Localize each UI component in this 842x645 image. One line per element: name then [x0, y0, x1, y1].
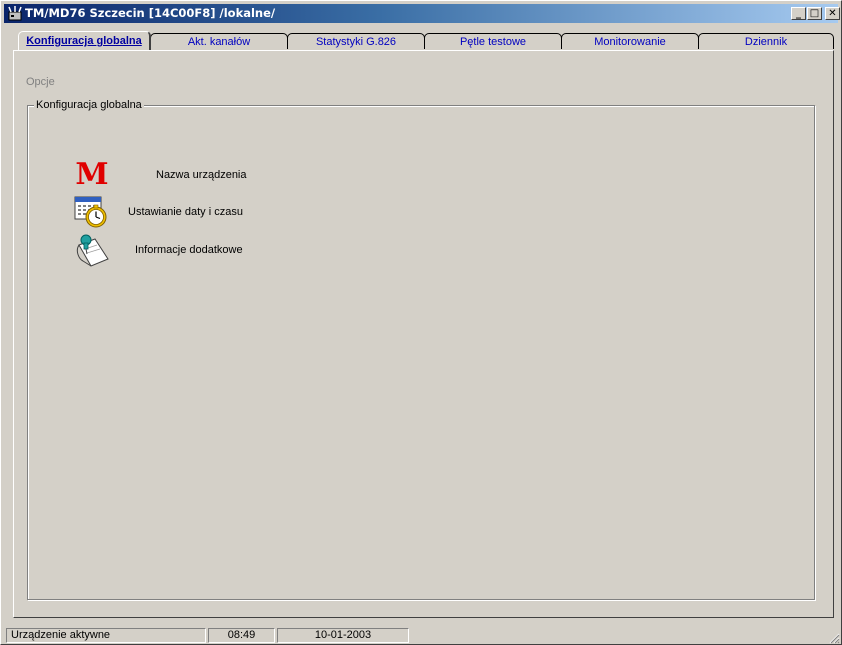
option-label: Nazwa urządzenia [156, 169, 247, 181]
app-icon [8, 6, 22, 21]
red-m-icon: M [75, 157, 109, 192]
group-box [27, 105, 815, 600]
option-label: Ustawianie daty i czasu [128, 206, 243, 218]
minimize-button[interactable]: _ [791, 7, 806, 20]
close-button[interactable]: ✕ [825, 7, 840, 20]
status-bar: Urządzenie aktywne 08:49 10-01-2003 [3, 627, 841, 643]
main-window: TM/MD76 Szczecin [14C00F8] /lokalne/ _ □… [0, 0, 842, 645]
tab-strip: Konfiguracja globalna Akt. kanałów Staty… [13, 31, 835, 51]
tab-petle-testowe[interactable]: Pętle testowe [424, 33, 562, 49]
status-date: 10-01-2003 [277, 628, 409, 643]
calendar-clock-icon [74, 196, 107, 228]
status-time: 08:49 [208, 628, 275, 643]
tab-dziennik[interactable]: Dziennik [698, 33, 834, 49]
tab-monitorowanie[interactable]: Monitorowanie [561, 33, 699, 49]
title-bar[interactable]: TM/MD76 Szczecin [14C00F8] /lokalne/ _ □… [4, 4, 840, 23]
document-pin-icon [76, 234, 109, 267]
group-title: Konfiguracja globalna [34, 99, 144, 111]
tab-akt-kanalow[interactable]: Akt. kanałów [150, 33, 288, 49]
status-device-state: Urządzenie aktywne [6, 628, 206, 643]
window-title: TM/MD76 Szczecin [14C00F8] /lokalne/ [25, 6, 276, 20]
maximize-button[interactable]: □ [807, 7, 822, 20]
tab-statystyki-g826[interactable]: Statystyki G.826 [287, 33, 425, 49]
section-label: Opcje [26, 76, 55, 88]
option-label: Informacje dodatkowe [135, 244, 243, 256]
resize-grip-icon[interactable] [828, 632, 840, 644]
tab-konfiguracja-globalna[interactable]: Konfiguracja globalna [18, 31, 151, 50]
